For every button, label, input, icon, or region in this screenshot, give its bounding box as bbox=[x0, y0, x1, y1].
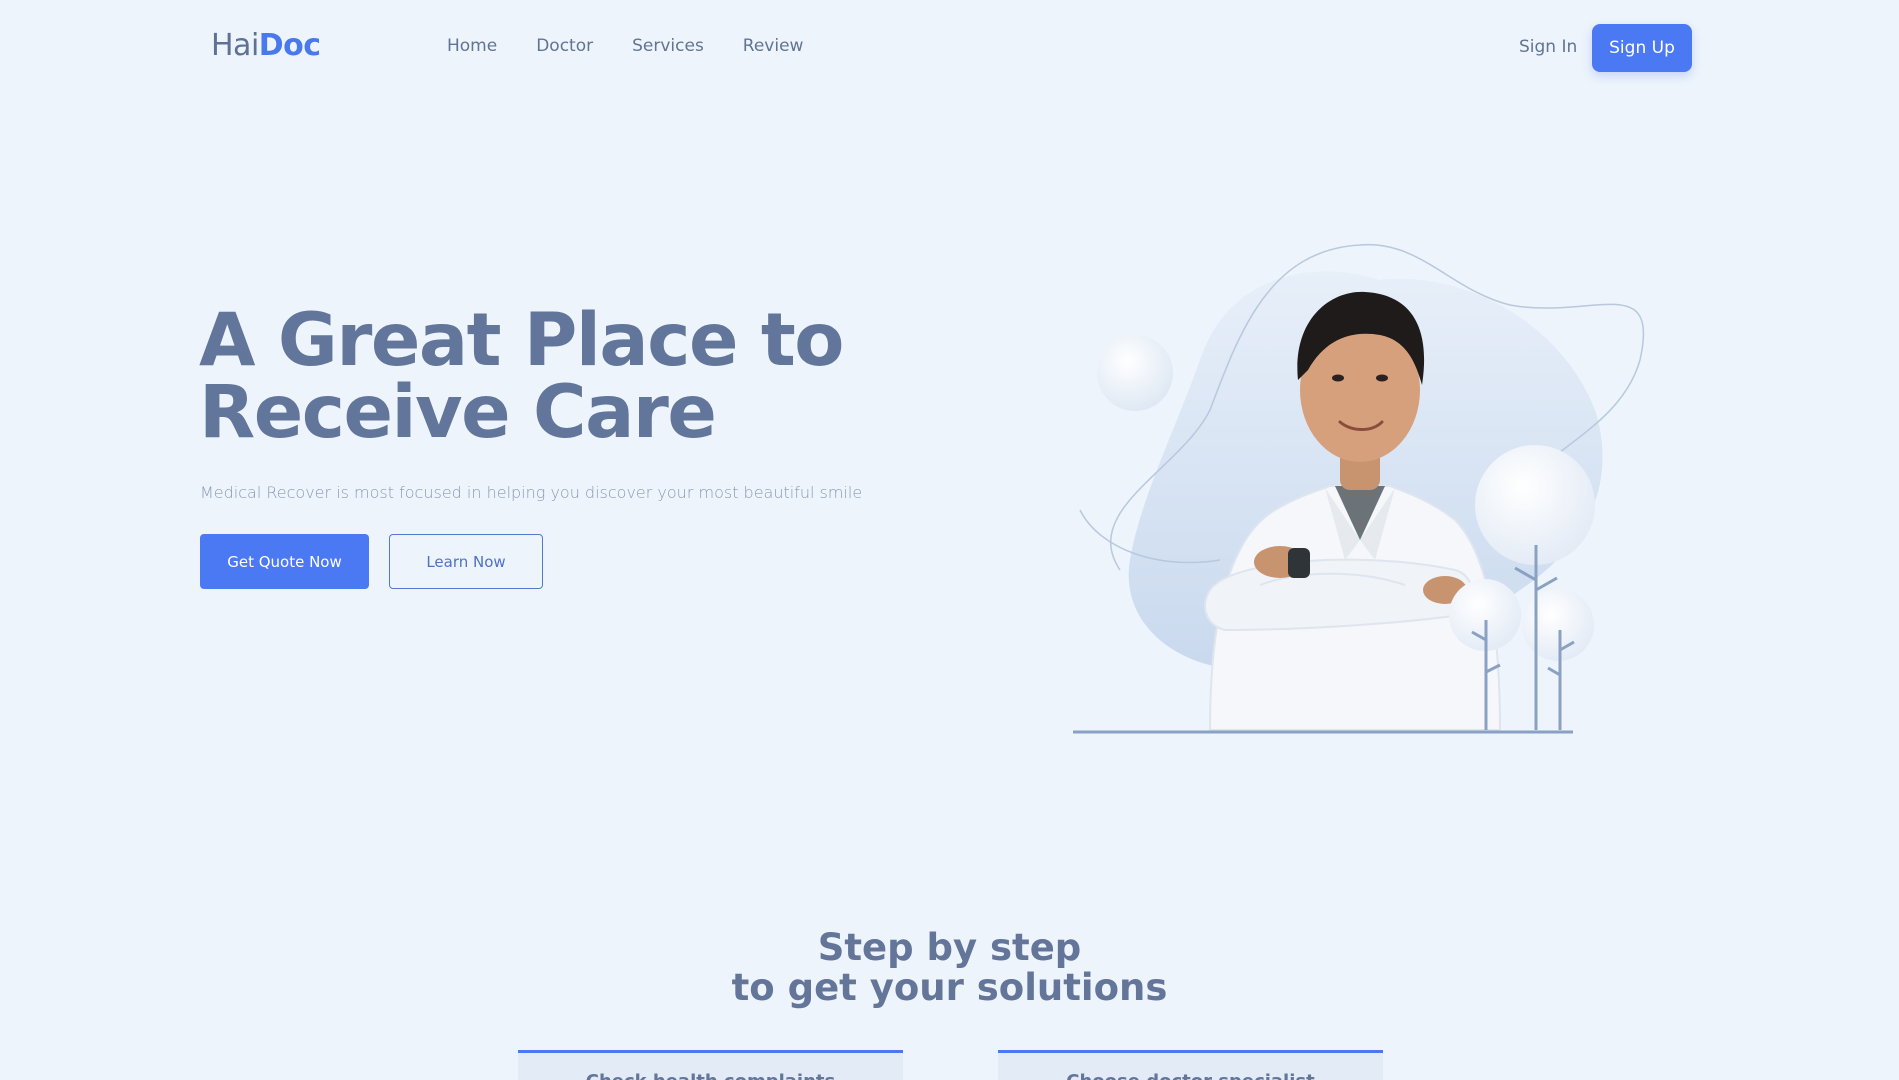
step-card-check-health[interactable]: Check health complaints bbox=[518, 1050, 903, 1080]
brand-logo-light: Hai bbox=[211, 28, 259, 63]
main-nav: Home Doctor Services Review bbox=[447, 36, 842, 56]
steps-heading: Step by step to get your solutions bbox=[0, 928, 1899, 1008]
step-card-label: Check health complaints bbox=[586, 1071, 835, 1080]
hero-title-line-2: Receive Care bbox=[199, 370, 717, 455]
learn-now-button[interactable]: Learn Now bbox=[389, 534, 543, 589]
hero-subtitle: Medical Recover is most focused in helpi… bbox=[200, 483, 863, 502]
doctor-illustration bbox=[1073, 243, 1645, 734]
nav-item-home[interactable]: Home bbox=[447, 36, 497, 56]
brand-logo-bold: Doc bbox=[258, 28, 321, 63]
sign-up-button[interactable]: Sign Up bbox=[1592, 24, 1692, 72]
floating-ball bbox=[1097, 335, 1173, 411]
landing-page: HaiDoc Home Doctor Services Review Sign … bbox=[0, 0, 1899, 1080]
steps-heading-line-1: Step by step bbox=[817, 926, 1082, 969]
sign-in-link[interactable]: Sign In bbox=[1519, 37, 1577, 57]
brand-logo[interactable]: HaiDoc bbox=[211, 28, 321, 63]
nav-item-doctor[interactable]: Doctor bbox=[536, 36, 593, 56]
get-quote-button[interactable]: Get Quote Now bbox=[200, 534, 369, 589]
steps-heading-line-2: to get your solutions bbox=[731, 966, 1168, 1009]
hero-title: A Great Place to Receive Care bbox=[199, 304, 919, 449]
step-card-label: Choose doctor specialist bbox=[1066, 1071, 1314, 1080]
nav-item-services[interactable]: Services bbox=[632, 36, 704, 56]
step-card-choose-doctor[interactable]: Choose doctor specialist bbox=[998, 1050, 1383, 1080]
nav-item-review[interactable]: Review bbox=[743, 36, 804, 56]
